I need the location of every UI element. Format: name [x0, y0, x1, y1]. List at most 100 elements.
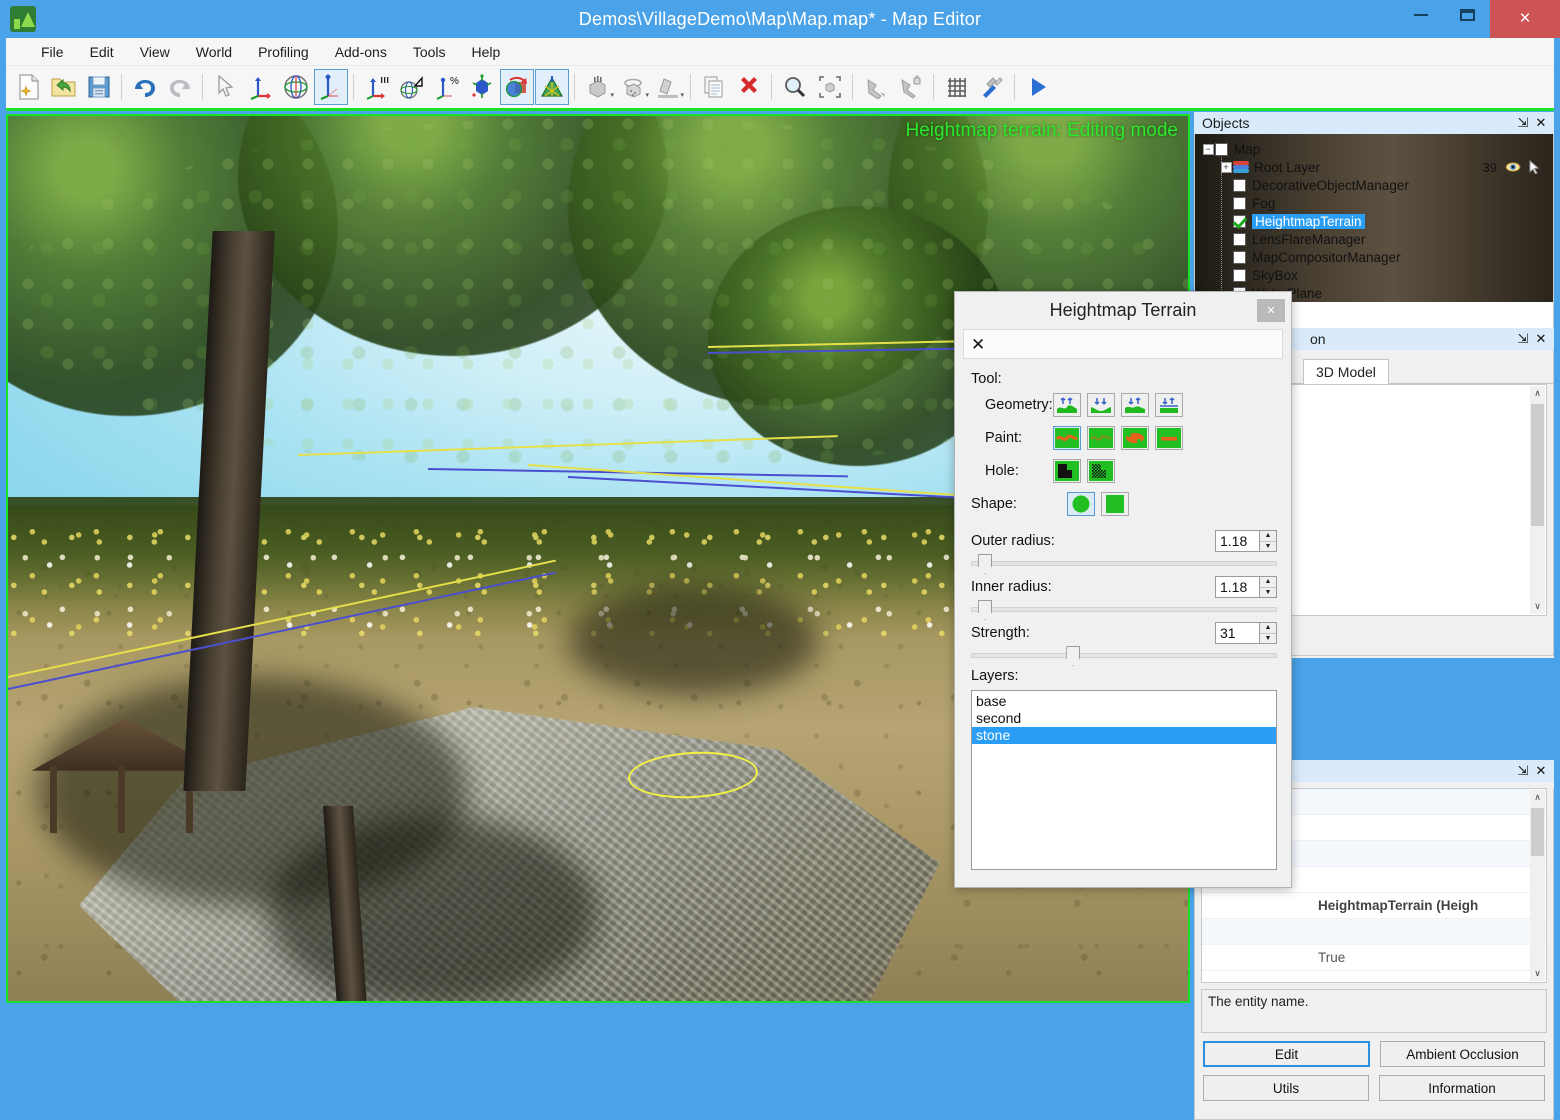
particle-dropdown-icon[interactable]: ▾	[616, 69, 650, 105]
spin-up-icon[interactable]: ▲	[1260, 623, 1276, 634]
checkbox-heightmapterrain[interactable]	[1233, 214, 1246, 228]
spin-down-icon[interactable]: ▼	[1260, 634, 1276, 644]
table-row[interactable]: HeightmapTerrain (Heigh	[1202, 893, 1546, 919]
dialog-close-button[interactable]: ×	[1257, 299, 1285, 322]
clear-tool-icon[interactable]: ✕	[971, 336, 985, 353]
close-icon[interactable]: ✕	[1532, 762, 1550, 780]
paint-brush-icon[interactable]	[1053, 426, 1081, 450]
outer-radius-input[interactable]	[1215, 530, 1259, 552]
rotate-object-icon[interactable]	[500, 69, 534, 105]
list-item[interactable]: stone	[972, 727, 1276, 744]
menu-world[interactable]: World	[183, 41, 245, 63]
translate-snap-icon[interactable]	[360, 69, 394, 105]
square-brush-icon[interactable]	[1101, 492, 1129, 516]
smooth-terrain-icon[interactable]	[1121, 393, 1149, 417]
remove-hole-icon[interactable]	[1087, 459, 1115, 483]
checkbox-fog[interactable]	[1233, 196, 1246, 210]
menu-edit[interactable]: Edit	[77, 41, 127, 63]
menu-add-ons[interactable]: Add-ons	[322, 41, 400, 63]
ambient-occlusion-button[interactable]: Ambient Occlusion	[1380, 1041, 1545, 1067]
utils-button[interactable]: Utils	[1203, 1075, 1369, 1101]
layers-list[interactable]: base second stone	[971, 690, 1277, 870]
pin-icon[interactable]: ⇲	[1514, 762, 1532, 780]
strength-slider[interactable]	[971, 646, 1277, 666]
strength-stepper[interactable]: ▲ ▼	[1215, 622, 1277, 644]
close-icon[interactable]: ✕	[1532, 114, 1550, 132]
scroll-up-icon[interactable]: ∧	[1530, 790, 1545, 805]
chevron-down-icon[interactable]: ▾	[645, 91, 649, 99]
paint-erase-icon[interactable]	[1155, 426, 1183, 450]
close-button[interactable]: ×	[1490, 0, 1560, 38]
light-dropdown-icon[interactable]: ▾	[581, 69, 615, 105]
tree-row-heightmapterrain[interactable]: HeightmapTerrain	[1201, 212, 1553, 230]
tree-row-skybox[interactable]: SkyBox	[1201, 266, 1553, 284]
flatten-terrain-icon[interactable]	[1155, 393, 1183, 417]
property-value[interactable]: True	[1310, 950, 1546, 965]
copy-icon[interactable]	[697, 69, 731, 105]
checkbox-lensflaremanager[interactable]	[1233, 232, 1246, 246]
tree-row-lensflaremanager[interactable]: LensFlareManager	[1201, 230, 1553, 248]
maximize-button[interactable]	[1444, 0, 1490, 30]
scroll-up-icon[interactable]: ∧	[1530, 386, 1545, 401]
scale-percent-icon[interactable]: %	[430, 69, 464, 105]
spin-up-icon[interactable]: ▲	[1260, 577, 1276, 588]
redo-icon[interactable]	[163, 69, 197, 105]
decal-dropdown-icon[interactable]: ▾	[651, 69, 685, 105]
outer-radius-spin-buttons[interactable]: ▲ ▼	[1259, 530, 1277, 552]
inner-radius-input[interactable]	[1215, 576, 1259, 598]
menu-file[interactable]: File	[28, 41, 77, 63]
outer-radius-stepper[interactable]: ▲ ▼	[1215, 530, 1277, 552]
lock-drop-icon[interactable]	[894, 69, 928, 105]
play-icon[interactable]	[1021, 69, 1055, 105]
strength-input[interactable]	[1215, 622, 1259, 644]
pin-icon[interactable]: ⇲	[1514, 330, 1532, 348]
menu-help[interactable]: Help	[459, 41, 514, 63]
model-list-scrollbar[interactable]: ∧ ∨	[1530, 386, 1545, 614]
scale-axis-icon[interactable]	[314, 69, 348, 105]
spin-up-icon[interactable]: ▲	[1260, 531, 1276, 542]
inner-radius-slider-thumb[interactable]	[978, 600, 993, 620]
property-grid-scrollbar[interactable]: ∧ ∨	[1530, 790, 1545, 981]
drop-to-floor-icon[interactable]	[859, 69, 893, 105]
list-item[interactable]: base	[972, 693, 1276, 710]
list-item[interactable]: second	[972, 710, 1276, 727]
inner-radius-spin-buttons[interactable]: ▲ ▼	[1259, 576, 1277, 598]
expander-root-layer[interactable]: +	[1219, 161, 1233, 173]
property-value[interactable]: HeightmapTerrain (Heigh	[1310, 898, 1546, 913]
tree-row-fog[interactable]: Fog	[1201, 194, 1553, 212]
undo-icon[interactable]	[128, 69, 162, 105]
inner-radius-slider[interactable]	[971, 600, 1277, 620]
chevron-down-icon[interactable]: ▾	[680, 91, 684, 99]
select-cursor-icon[interactable]	[209, 69, 243, 105]
scrollbar-thumb[interactable]	[1531, 808, 1544, 856]
scrollbar-thumb[interactable]	[1531, 404, 1544, 526]
rotate-sphere-icon[interactable]	[279, 69, 313, 105]
paint-blend-icon[interactable]	[1087, 426, 1115, 450]
outer-radius-slider-thumb[interactable]	[978, 554, 993, 574]
focus-object-icon[interactable]	[813, 69, 847, 105]
expander-map[interactable]: −	[1201, 143, 1215, 155]
new-file-icon[interactable]	[12, 69, 46, 105]
menu-tools[interactable]: Tools	[400, 41, 459, 63]
tree-row-decorativeobjectmanager[interactable]: DecorativeObjectManager	[1201, 176, 1553, 194]
pin-icon[interactable]: ⇲	[1514, 114, 1532, 132]
create-hole-icon[interactable]	[1053, 459, 1081, 483]
zoom-icon[interactable]	[778, 69, 812, 105]
settings-icon[interactable]	[975, 69, 1009, 105]
rotate-angle-icon[interactable]	[395, 69, 429, 105]
grid-icon[interactable]	[940, 69, 974, 105]
open-folder-icon[interactable]	[47, 69, 81, 105]
strength-spin-buttons[interactable]: ▲ ▼	[1259, 622, 1277, 644]
table-row[interactable]	[1202, 919, 1546, 945]
table-row[interactable]: True	[1202, 945, 1546, 971]
minimize-button[interactable]	[1398, 0, 1444, 30]
outer-radius-slider[interactable]	[971, 554, 1277, 574]
lower-terrain-icon[interactable]	[1087, 393, 1115, 417]
raise-terrain-icon[interactable]	[1053, 393, 1081, 417]
visible-eye-icon[interactable]	[1505, 161, 1521, 173]
delete-icon[interactable]	[732, 69, 766, 105]
circle-brush-icon[interactable]	[1067, 492, 1095, 516]
checkbox-map[interactable]	[1215, 142, 1228, 156]
tab-3d-model[interactable]: 3D Model	[1303, 359, 1389, 384]
checkbox-skybox[interactable]	[1233, 268, 1246, 282]
